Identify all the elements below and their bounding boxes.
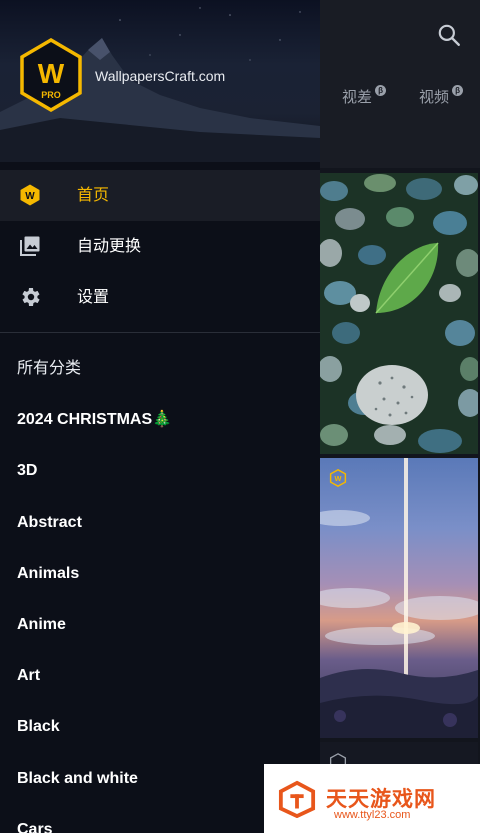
menu-item-label: 自动更换 [77, 238, 142, 255]
category-item[interactable]: 2024 CHRISTMAS🎄 [0, 394, 320, 445]
categories-heading-label: 所有分类 [17, 360, 82, 377]
sky-light-beam-image [320, 458, 478, 738]
pebbles-leaf-image [320, 173, 478, 454]
category-label: Abstract [17, 513, 82, 531]
brand-name: WallpapersCraft.com [95, 68, 226, 84]
navigation-drawer: W PRO WallpapersCraft.com W 首页 自动更换 设置 所… [0, 0, 320, 833]
watermark-url: www.ttyl23.com [334, 809, 411, 821]
tab-video[interactable]: 视频 β [419, 85, 464, 107]
svg-text:W: W [335, 474, 342, 483]
search-icon[interactable] [436, 22, 462, 48]
image-stack-icon [20, 236, 40, 256]
category-label: 2024 CHRISTMAS🎄 [17, 411, 173, 429]
menu-item-label: 首页 [77, 187, 110, 204]
category-item[interactable]: Abstract [0, 497, 320, 548]
menu-item-label: 设置 [77, 289, 110, 306]
category-label: Cars [17, 820, 53, 833]
site-watermark: 天天游戏网 www.ttyl23.com [264, 764, 480, 833]
watermark-logo-icon [278, 780, 316, 818]
category-label: Animals [17, 564, 80, 582]
category-label: Anime [17, 615, 66, 633]
category-label: Art [17, 667, 41, 685]
category-list: 所有分类 2024 CHRISTMAS🎄 3D Abstract Animals… [0, 343, 320, 833]
menu-item-home[interactable]: W 首页 [0, 170, 320, 221]
menu-item-auto-change[interactable]: 自动更换 [0, 221, 320, 272]
app-logo[interactable]: W PRO [20, 38, 82, 112]
tab-parallax-label: 视差 [342, 89, 373, 106]
wallpaper-thumbnail[interactable] [320, 173, 478, 454]
svg-text:W: W [38, 58, 65, 89]
drawer-menu: W 首页 自动更换 设置 [0, 170, 320, 323]
gear-icon [22, 288, 40, 306]
svg-text:PRO: PRO [41, 90, 61, 100]
beta-badge: β [375, 85, 387, 96]
category-item[interactable]: Black [0, 701, 320, 752]
beta-badge: β [452, 85, 464, 96]
tab-parallax[interactable]: 视差 β [342, 85, 387, 107]
category-label: Black [17, 718, 60, 736]
categories-heading[interactable]: 所有分类 [0, 343, 320, 394]
wallpaper-thumbnail[interactable]: W [320, 458, 478, 738]
drawer-header: W PRO WallpapersCraft.com [0, 0, 320, 162]
category-item[interactable]: 3D [0, 445, 320, 496]
category-item[interactable]: Anime [0, 599, 320, 650]
tab-video-label: 视频 [419, 89, 450, 106]
wallpaperscraft-logo-icon: W [329, 469, 347, 487]
divider [0, 332, 320, 333]
category-label: 3D [17, 462, 38, 480]
svg-text:W: W [25, 191, 35, 202]
category-item[interactable]: Art [0, 650, 320, 701]
wallpaperscraft-logo-icon: W [20, 184, 40, 206]
category-label: Black and white [17, 769, 138, 787]
category-item[interactable]: Animals [0, 548, 320, 599]
menu-item-settings[interactable]: 设置 [0, 272, 320, 323]
